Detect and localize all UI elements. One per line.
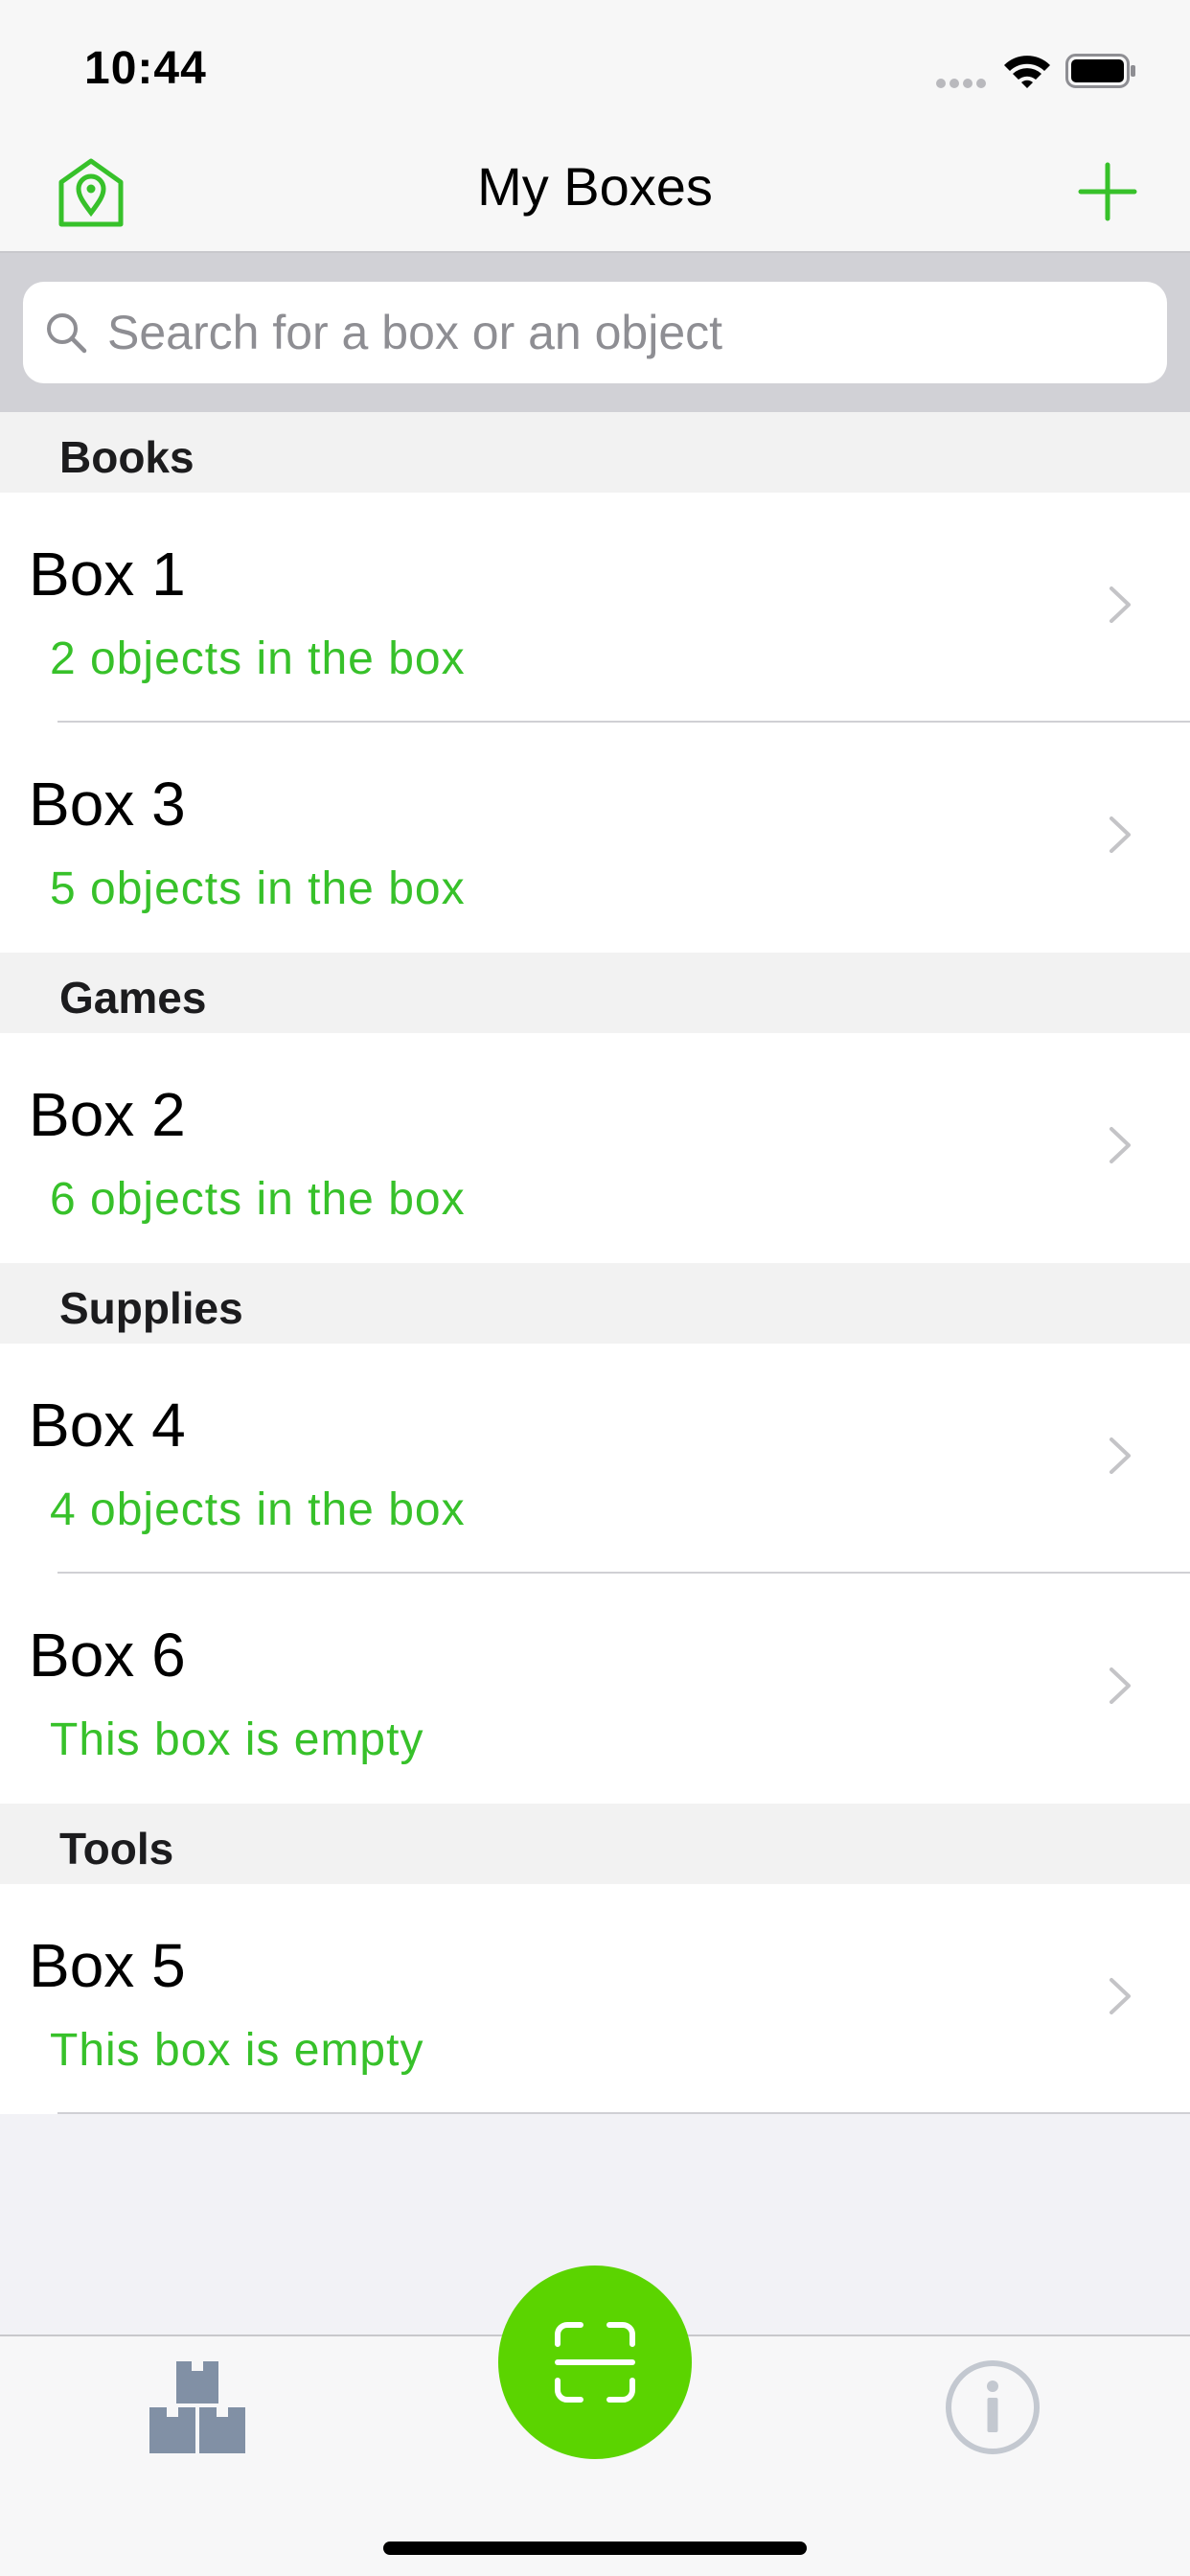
box-title: Box 5 xyxy=(29,1931,186,2000)
search-field[interactable] xyxy=(23,282,1167,383)
status-time: 10:44 xyxy=(84,43,207,94)
box-row-box-2[interactable]: Box 2 6 objects in the box xyxy=(0,1033,1190,1263)
search-bar xyxy=(0,253,1190,412)
box-subtitle: This box is empty xyxy=(50,1714,424,1765)
info-icon xyxy=(946,2360,1040,2454)
box-title: Box 3 xyxy=(29,770,186,839)
box-subtitle: 4 objects in the box xyxy=(50,1484,466,1535)
section-title: Games xyxy=(59,973,207,1023)
section-header-books: Books xyxy=(0,412,1190,493)
chevron-right-icon xyxy=(1110,1978,1131,2014)
chevron-right-icon xyxy=(1110,586,1131,623)
box-subtitle: 6 objects in the box xyxy=(50,1174,466,1225)
box-title: Box 4 xyxy=(29,1391,186,1460)
box-title: Box 6 xyxy=(29,1621,186,1690)
navigation-bar: My Boxes xyxy=(0,134,1190,253)
search-input[interactable] xyxy=(107,282,1142,383)
box-list: Books Box 1 2 objects in the box Box 3 5… xyxy=(0,412,1190,2114)
scan-icon xyxy=(555,2322,635,2403)
chevron-right-icon xyxy=(1110,816,1131,853)
cellular-signal-icon xyxy=(936,79,986,88)
chevron-right-icon xyxy=(1110,1438,1131,1474)
wifi-icon xyxy=(1004,56,1050,88)
section-header-tools: Tools xyxy=(0,1804,1190,1884)
row-separator xyxy=(57,2112,1190,2114)
box-row-box-1[interactable]: Box 1 2 objects in the box xyxy=(0,493,1190,723)
box-subtitle: This box is empty xyxy=(50,2025,424,2076)
plus-icon xyxy=(1078,162,1137,221)
section-header-supplies: Supplies xyxy=(0,1263,1190,1344)
box-row-box-5[interactable]: Box 5 This box is empty xyxy=(0,1884,1190,2114)
box-title: Box 2 xyxy=(29,1080,186,1149)
box-row-box-6[interactable]: Box 6 This box is empty xyxy=(0,1574,1190,1804)
box-subtitle: 5 objects in the box xyxy=(50,863,466,914)
home-indicator xyxy=(383,2542,807,2555)
app-screen: 10:44 My Boxes Search for a box or an ob… xyxy=(0,0,1190,2576)
section-title: Tools xyxy=(59,1824,174,1874)
box-row-box-4[interactable]: Box 4 4 objects in the box xyxy=(0,1344,1190,1574)
tab-boxes[interactable] xyxy=(148,2358,247,2457)
section-title: Supplies xyxy=(59,1283,243,1333)
chevron-right-icon xyxy=(1110,1668,1131,1704)
chevron-right-icon xyxy=(1110,1127,1131,1163)
add-box-button[interactable] xyxy=(1071,155,1144,228)
box-subtitle: 2 objects in the box xyxy=(50,633,466,684)
status-bar: 10:44 xyxy=(0,0,1190,134)
box-row-box-3[interactable]: Box 3 5 objects in the box xyxy=(0,723,1190,953)
boxes-icon xyxy=(149,2361,245,2453)
page-title: My Boxes xyxy=(477,156,713,217)
box-title: Box 1 xyxy=(29,540,186,609)
tab-info[interactable] xyxy=(943,2358,1042,2457)
section-header-games: Games xyxy=(0,953,1190,1033)
section-title: Books xyxy=(59,432,195,482)
search-icon xyxy=(47,313,87,354)
scan-button[interactable] xyxy=(498,2266,692,2459)
battery-icon xyxy=(1065,54,1135,88)
